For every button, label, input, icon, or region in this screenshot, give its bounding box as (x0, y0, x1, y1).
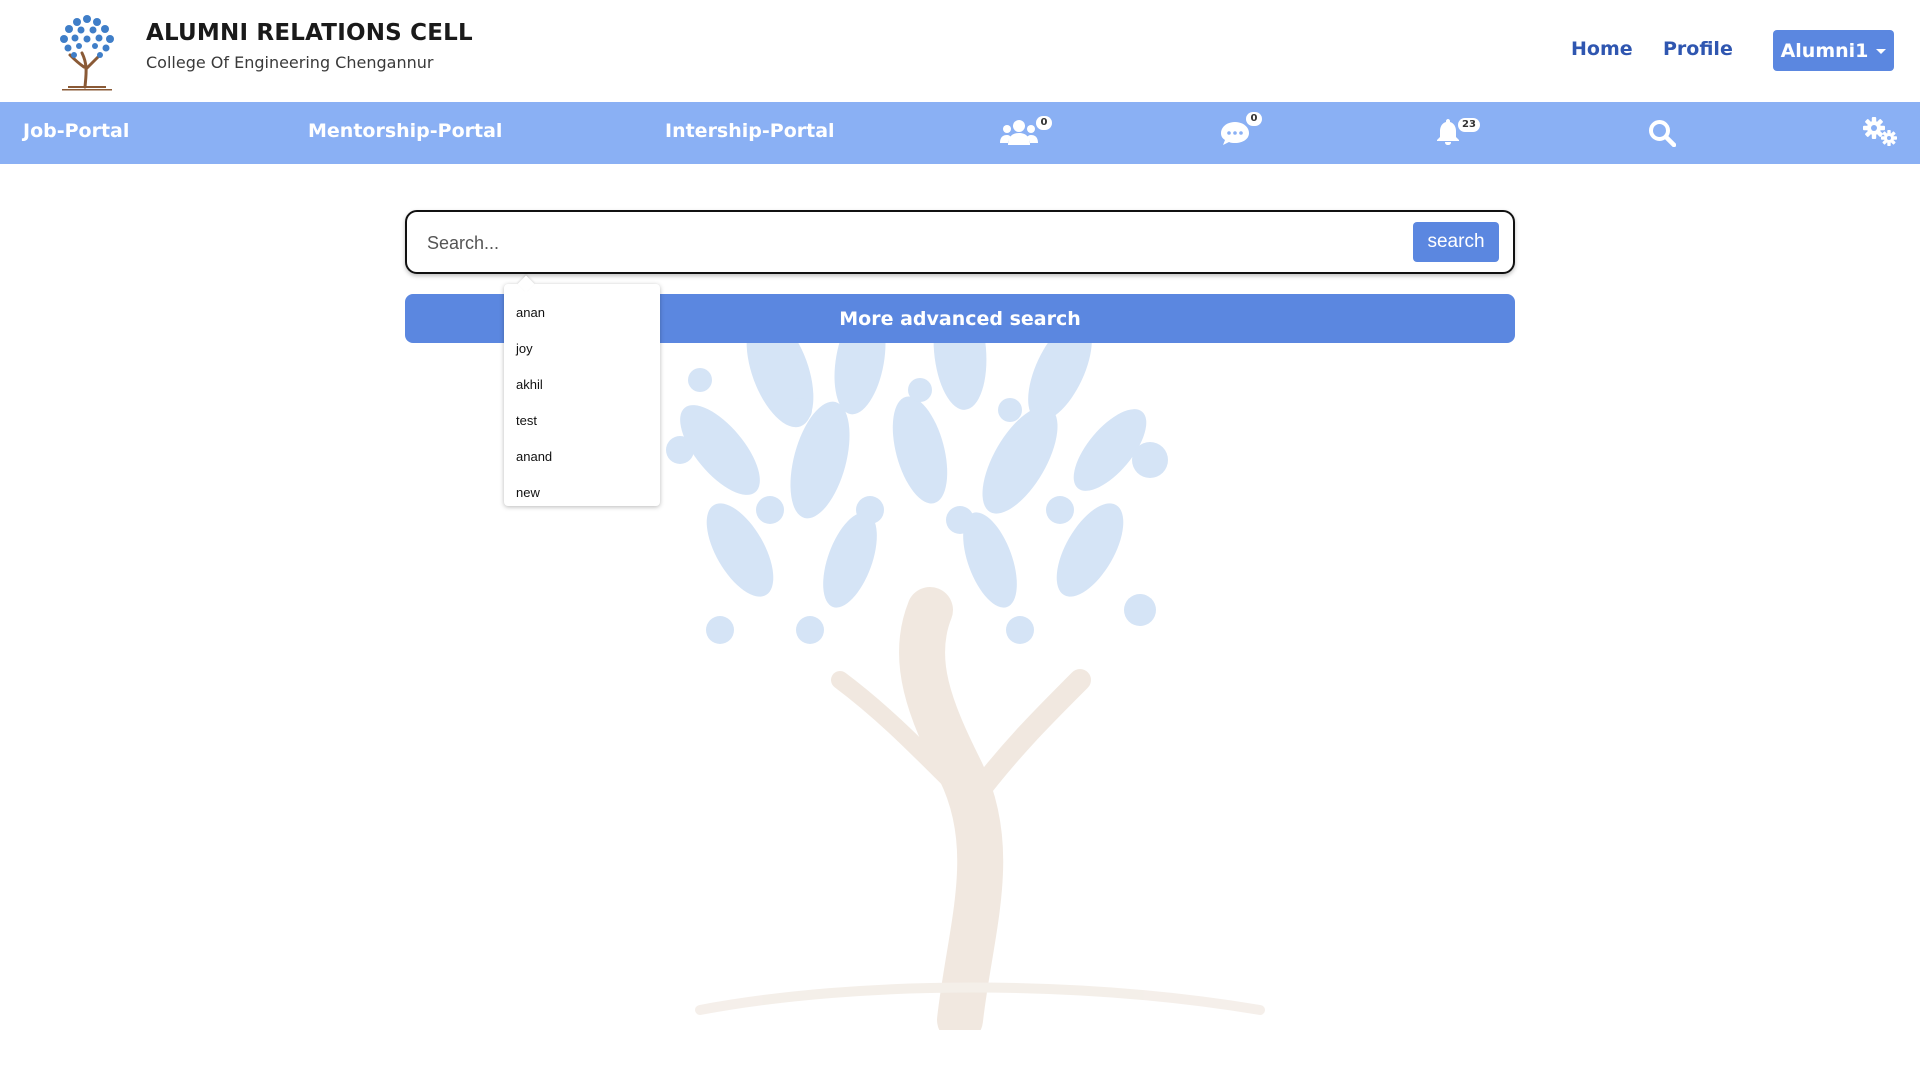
search-nav-button[interactable] (1648, 119, 1676, 147)
gears-icon (1863, 117, 1897, 146)
suggestion-item[interactable]: new (504, 472, 660, 508)
chat-icon (1221, 122, 1249, 145)
internship-portal-link[interactable]: Intership-Portal (665, 120, 835, 142)
site-subtitle: College Of Engineering Chengannur (146, 53, 434, 72)
user-menu-button[interactable]: Alumni1 (1773, 30, 1894, 71)
job-portal-link[interactable]: Job-Portal (23, 120, 129, 142)
settings-button[interactable] (1862, 116, 1898, 148)
portal-navbar: Job-Portal Mentorship-Portal Intership-P… (0, 102, 1920, 164)
alumni-cell-logo (48, 9, 126, 91)
suggestion-item[interactable]: anand (504, 436, 660, 472)
suggestion-item[interactable]: joy (504, 328, 660, 364)
home-link[interactable]: Home (1571, 38, 1633, 60)
messages-count-badge: 0 (1246, 112, 1262, 126)
mentorship-portal-link[interactable]: Mentorship-Portal (308, 120, 502, 142)
advanced-search-label: More advanced search (839, 307, 1081, 330)
profile-link[interactable]: Profile (1663, 38, 1733, 60)
suggestion-item[interactable]: akhil (504, 364, 660, 400)
search-button[interactable]: search (1413, 222, 1499, 262)
user-menu-label: Alumni1 (1780, 39, 1869, 62)
caret-down-icon (1876, 49, 1887, 54)
connections-button[interactable]: 0 (1000, 116, 1052, 146)
search-input[interactable] (425, 224, 1389, 262)
site-title: ALUMNI RELATIONS CELL (146, 20, 473, 46)
search-icon (1649, 120, 1676, 147)
users-icon (1000, 120, 1038, 145)
search-suggestions-dropdown: anan joy akhil test anand new (504, 275, 660, 508)
suggestion-item[interactable]: anan (504, 292, 660, 328)
notifications-button[interactable]: 23 (1436, 118, 1480, 146)
search-bar: search (405, 210, 1515, 274)
suggestions-list: anan joy akhil test anand new (504, 284, 660, 508)
connections-count-badge: 0 (1036, 116, 1052, 130)
top-header: ALUMNI RELATIONS CELL College Of Enginee… (0, 0, 1920, 102)
tree-watermark-image (660, 290, 1280, 1043)
suggestion-item[interactable]: test (504, 400, 660, 436)
page: ALUMNI RELATIONS CELL College Of Enginee… (0, 0, 1920, 1080)
bell-icon (1437, 119, 1459, 145)
messages-button[interactable]: 0 (1220, 112, 1262, 146)
notifications-count-badge: 23 (1458, 118, 1480, 132)
